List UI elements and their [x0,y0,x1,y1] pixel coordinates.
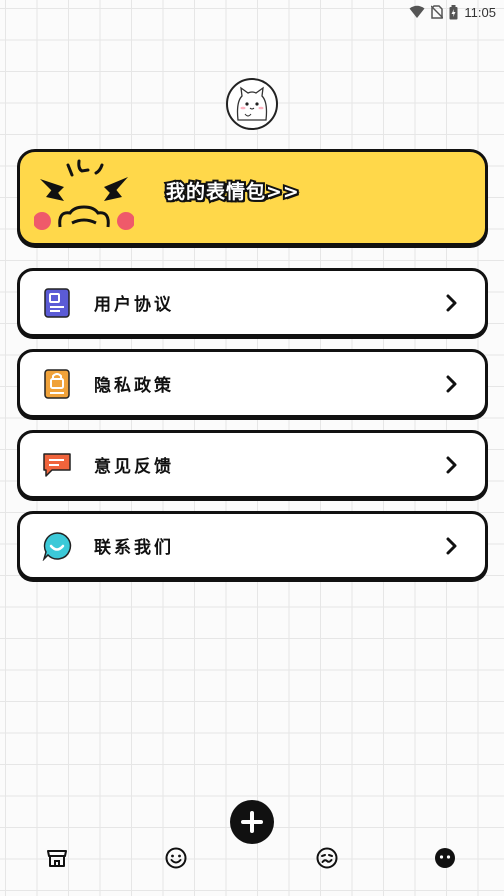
chat-bubble-icon [42,531,72,561]
tab-store[interactable] [45,846,69,870]
no-sim-icon [431,5,444,19]
avatar[interactable] [226,78,278,130]
menu-item-label: 联系我们 [94,538,174,558]
cat-avatar-icon [236,86,268,121]
meh-face-icon [316,847,338,869]
menu-item-privacy-policy[interactable]: 隐私政策 [17,349,488,418]
my-stickers-banner[interactable]: 我的表情包>> [17,149,488,246]
menu-item-user-agreement[interactable]: 用户协议 [17,268,488,337]
chevron-right-icon [446,537,457,555]
menu-item-contact-us[interactable]: 联系我们 [17,511,488,580]
banner-title: 我的表情包>> [164,179,301,205]
plus-icon [241,811,263,833]
menu-item-label: 意见反馈 [94,457,174,477]
chevron-right-icon [446,294,457,312]
menu-item-label: 隐私政策 [94,376,174,396]
wifi-icon [409,5,425,18]
status-bar: 11:05 [0,0,504,24]
tab-profile[interactable] [433,846,457,870]
battery-charging-icon [449,4,458,19]
add-button[interactable] [230,800,274,844]
smile-icon [165,847,187,869]
bottom-tab-bar [0,840,504,876]
menu-item-label: 用户协议 [94,295,174,315]
lock-document-icon [44,368,70,399]
profile-face-icon [435,848,455,868]
chevron-right-icon [446,456,457,474]
tab-stickers[interactable] [164,846,188,870]
menu-item-feedback[interactable]: 意见反馈 [17,430,488,499]
chevron-right-icon [446,375,457,393]
message-icon [43,452,71,477]
store-icon [47,850,67,867]
tab-discover[interactable] [315,846,339,870]
status-time: 11:05 [464,4,496,20]
document-icon [44,287,70,318]
angry-face-icon [34,159,134,230]
